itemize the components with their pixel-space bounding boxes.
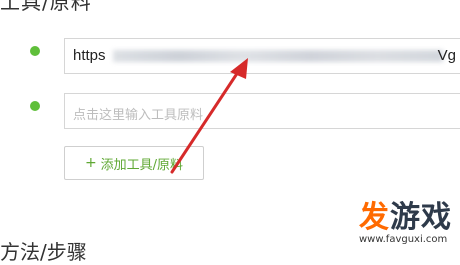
bullet-dot	[30, 101, 40, 111]
section-title-steps: 方法/步骤	[0, 240, 87, 264]
watermark-logo: 发游戏 www.favguxi.com	[359, 203, 452, 246]
watermark-url: www.favguxi.com	[359, 234, 448, 245]
add-tool-button-label: 添加工具/原料	[100, 157, 184, 173]
tool-input-value-end: Vg	[437, 47, 456, 64]
bullet-dot	[30, 46, 40, 56]
add-tool-button[interactable]: + 添加工具/原料	[64, 146, 204, 180]
blurred-url-text	[113, 50, 443, 62]
plus-icon: +	[84, 155, 97, 171]
tool-input-2[interactable]: 点击这里输入工具原料	[64, 93, 460, 129]
section-title-tools: 工具/原料	[0, 0, 92, 14]
tool-input-value-start: https	[73, 47, 106, 64]
tool-input-placeholder: 点击这里输入工具原料	[73, 108, 204, 123]
watermark-brand-part2: 游戏	[390, 200, 452, 235]
watermark-brand-part1: 发	[359, 200, 390, 235]
tool-input-1[interactable]: https Vg	[64, 38, 460, 74]
